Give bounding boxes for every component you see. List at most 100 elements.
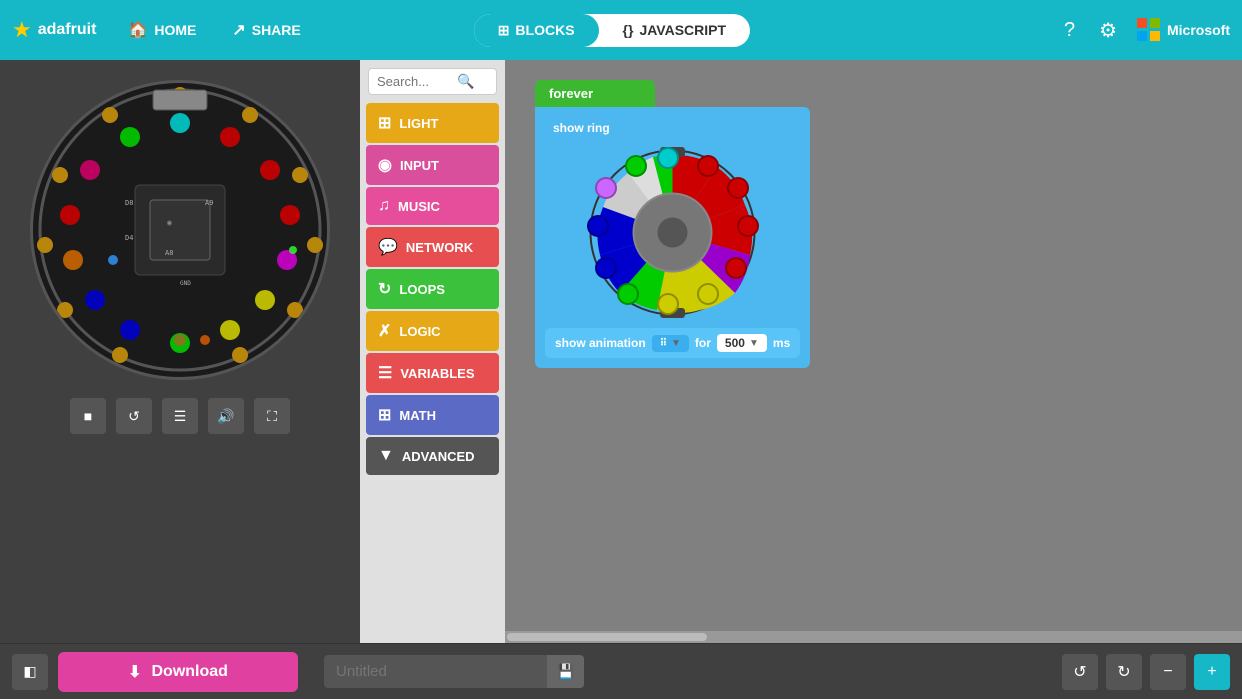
svg-text:A9: A9 [205,199,213,207]
bottom-right-controls: ↺ ↻ − + [1062,654,1230,690]
svg-text:A8: A8 [165,249,173,257]
variables-label: VARIABLES [400,366,474,381]
search-box[interactable]: 🔍 [368,68,497,95]
search-icon[interactable]: 🔍 [457,73,474,90]
loops-label: LOOPS [399,282,445,297]
download-icon: ⬇ [128,662,141,682]
color-wheel-container[interactable] [585,145,760,320]
show-animation-block[interactable]: show animation ⠿ ▼ for 500 ▼ ms [545,328,800,358]
zoom-in-button[interactable]: + [1194,654,1230,690]
header-right: ? ⚙ Microsoft [1060,14,1230,47]
light-icon: ⊞ [378,113,391,133]
menu-icon: ☰ [174,408,187,425]
sound-icon: 🔊 [217,408,234,425]
ms-label: ms [773,336,790,350]
network-label: NETWORK [406,240,473,255]
forever-block-header: forever [535,80,655,107]
zoom-out-icon: − [1163,663,1172,681]
board-container: D8 A9 A8 D4 ◉ GND [30,80,330,380]
input-label: INPUT [400,158,439,173]
settings-button[interactable]: ⚙ [1095,14,1121,47]
logo-area: ★ adafruit [12,17,96,43]
category-math[interactable]: ⊞ MATH [366,395,499,435]
curly-braces-icon: {} [623,22,634,38]
bottom-bar: ◧ ⬇ Download 💾 ↺ ↻ − + [0,643,1242,699]
save-icon: 💾 [557,663,574,679]
music-icon: ♫ [378,197,390,215]
microsoft-logo: Microsoft [1137,18,1230,42]
logic-label: LOGIC [399,324,440,339]
ms-label: Microsoft [1167,22,1230,38]
blocks-icon: ⊞ [498,22,510,39]
fullscreen-button[interactable]: ⛶ [254,398,290,434]
toggle-sim-icon: ◧ [23,663,36,680]
home-icon: 🏠 [128,20,148,40]
light-label: LIGHT [399,116,438,131]
redo-button[interactable]: ↻ [1106,654,1142,690]
share-button[interactable]: ↗ SHARE [218,14,314,46]
math-label: MATH [399,408,436,423]
for-label: for [695,336,711,350]
logo-star-icon: ★ [12,17,32,43]
hide-button[interactable]: ☰ [162,398,198,434]
board-svg: D8 A9 A8 D4 ◉ GND [35,85,325,375]
svg-text:◉: ◉ [167,218,172,227]
project-name-input[interactable] [324,655,547,688]
simulator-panel: D8 A9 A8 D4 ◉ GND ■ ↺ [0,60,360,643]
undo-button[interactable]: ↺ [1062,654,1098,690]
stop-button[interactable]: ■ [70,398,106,434]
blocks-panel: 🔍 ⊞ LIGHT◉ INPUT♫ MUSIC💬 NETWORK↻ LOOPS✗… [360,60,505,643]
network-icon: 💬 [378,237,398,257]
ms-grid-icon [1137,18,1161,42]
animation-preview: ⠿ [660,338,667,349]
project-name-area: 💾 [324,655,584,688]
forever-label: forever [549,86,593,101]
sound-button[interactable]: 🔊 [208,398,244,434]
workspace[interactable]: forever show ring [505,60,1242,643]
music-label: MUSIC [398,199,440,214]
svg-text:GND: GND [180,280,191,287]
math-icon: ⊞ [378,405,391,425]
forever-block[interactable]: forever show ring [535,80,810,368]
header: ★ adafruit 🏠 HOME ↗ SHARE ⊞ BLOCKS {} JA… [0,0,1242,60]
animation-dropdown-arrow[interactable]: ▼ [671,338,681,349]
redo-icon: ↻ [1117,662,1130,682]
category-music[interactable]: ♫ MUSIC [366,187,499,225]
forever-block-body: show ring [535,107,810,368]
download-label: Download [151,663,227,681]
advanced-label: ADVANCED [402,449,475,464]
svg-text:D8: D8 [125,199,133,207]
zoom-out-button[interactable]: − [1150,654,1186,690]
logo-text: adafruit [38,21,97,39]
duration-input[interactable]: 500 ▼ [717,334,767,352]
stop-icon: ■ [84,408,92,424]
sim-controls: ■ ↺ ☰ 🔊 ⛶ [70,398,290,434]
zoom-in-icon: + [1207,663,1216,681]
category-input[interactable]: ◉ INPUT [366,145,499,185]
undo-icon: ↺ [1073,662,1086,682]
restart-icon: ↺ [128,408,140,425]
scroll-thumb[interactable] [507,633,707,641]
animation-selector[interactable]: ⠿ ▼ [652,335,689,352]
save-button[interactable]: 💾 [547,655,584,688]
help-button[interactable]: ? [1060,15,1079,46]
category-advanced[interactable]: ▼ ADVANCED [366,437,499,475]
workspace-scrollbar[interactable] [505,631,1242,643]
category-variables[interactable]: ☰ VARIABLES [366,353,499,393]
category-network[interactable]: 💬 NETWORK [366,227,499,267]
main-area: D8 A9 A8 D4 ◉ GND ■ ↺ [0,60,1242,643]
category-logic[interactable]: ✗ LOGIC [366,311,499,351]
share-icon: ↗ [232,20,245,40]
search-input[interactable] [377,74,457,89]
download-button[interactable]: ⬇ Download [58,652,298,692]
duration-dropdown-arrow[interactable]: ▼ [749,338,759,349]
category-loops[interactable]: ↻ LOOPS [366,269,499,309]
variables-icon: ☰ [378,363,392,383]
category-light[interactable]: ⊞ LIGHT [366,103,499,143]
home-button[interactable]: 🏠 HOME [114,14,210,46]
restart-button[interactable]: ↺ [116,398,152,434]
toggle-simulator-button[interactable]: ◧ [12,654,48,690]
tab-javascript[interactable]: {} JAVASCRIPT [599,14,751,46]
logic-icon: ✗ [378,321,391,341]
tab-blocks[interactable]: ⊞ BLOCKS [474,14,599,47]
